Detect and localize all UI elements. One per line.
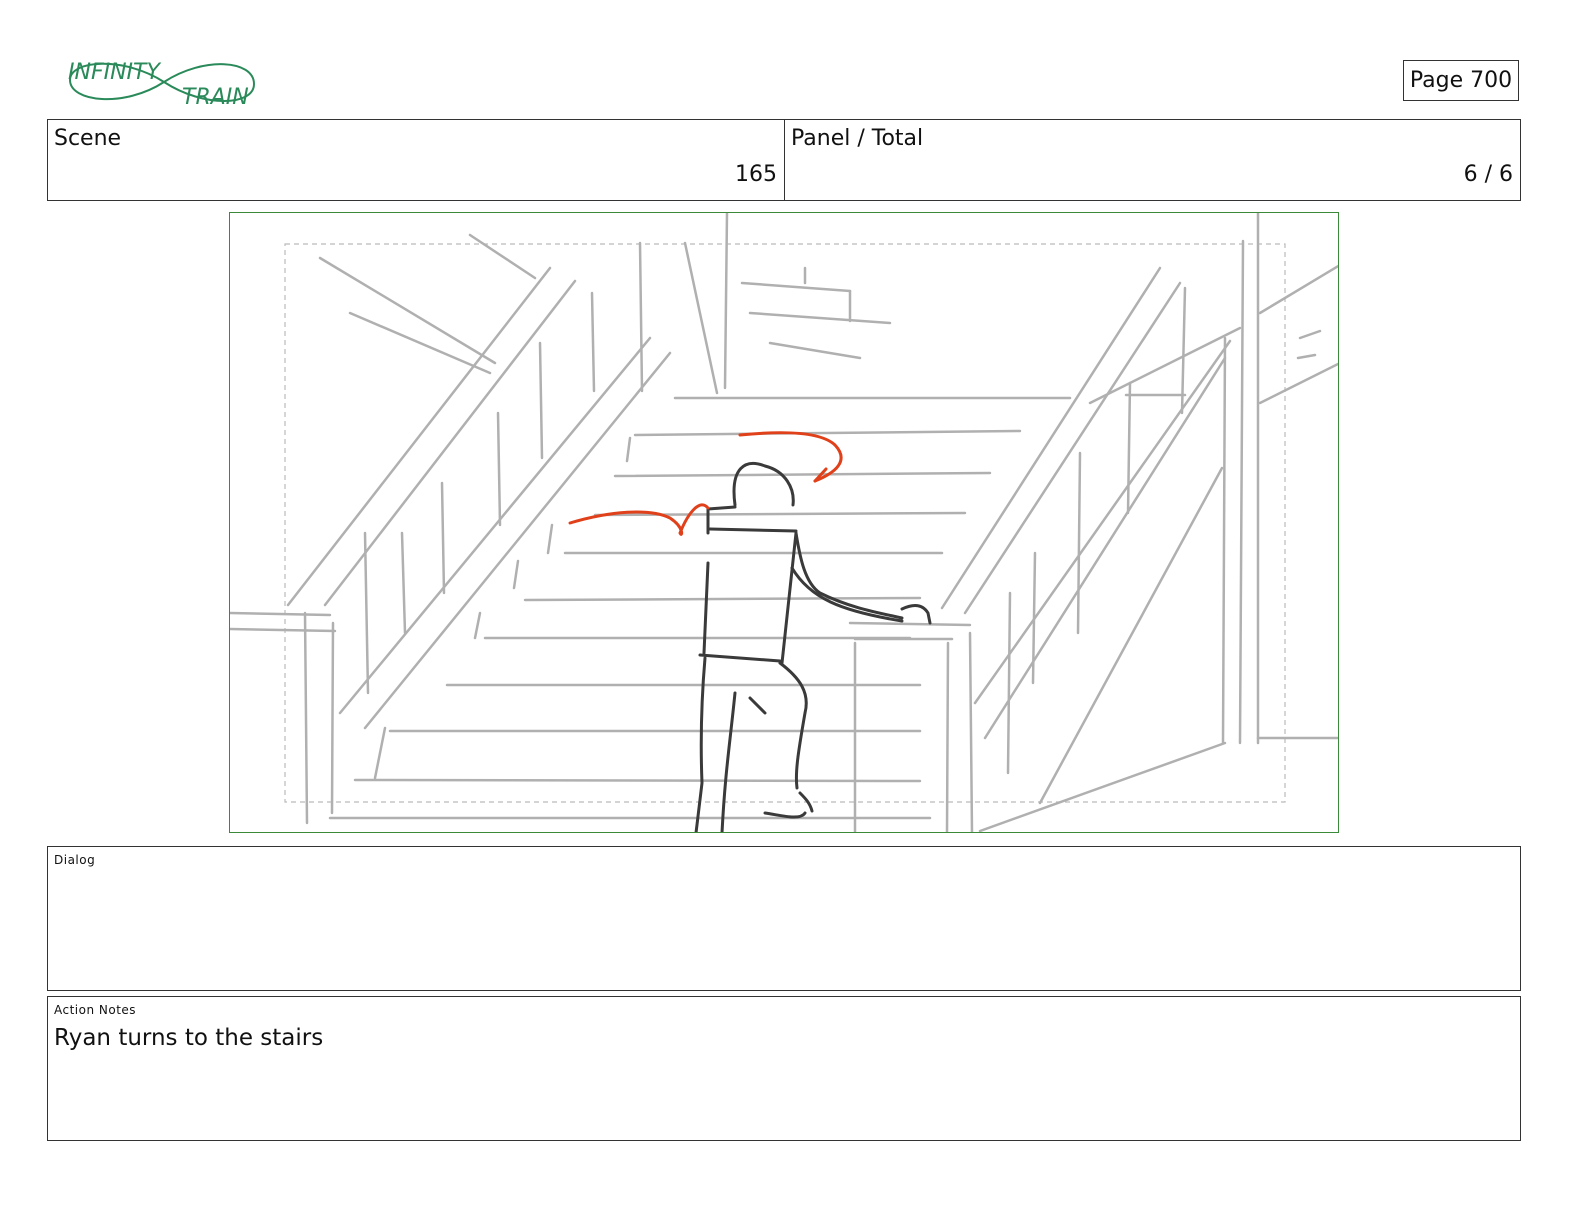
action-notes-text: Ryan turns to the stairs bbox=[54, 1025, 324, 1051]
scene-cell: Scene 165 bbox=[48, 120, 785, 200]
action-notes-box: Action Notes Ryan turns to the stairs bbox=[47, 996, 1521, 1141]
background-sketch bbox=[230, 213, 1338, 832]
panel-header: Scene 165 Panel / Total 6 / 6 bbox=[47, 119, 1521, 201]
storyboard-sketch bbox=[230, 213, 1338, 832]
panel-cell: Panel / Total 6 / 6 bbox=[785, 120, 1520, 200]
action-notes-label: Action Notes bbox=[54, 1003, 137, 1017]
dialog-box: Dialog bbox=[47, 846, 1521, 991]
infinity-train-logo: INFINITY TRAIN bbox=[64, 52, 260, 114]
scene-label: Scene bbox=[54, 126, 122, 151]
logo-infinity-loop-icon: INFINITY TRAIN bbox=[68, 60, 256, 110]
logo-line2: TRAIN bbox=[182, 85, 249, 110]
scene-value: 165 bbox=[735, 162, 777, 187]
motion-arrows bbox=[568, 431, 843, 536]
character-ryan-sketch bbox=[694, 461, 932, 832]
page-number-box: Page 700 bbox=[1403, 60, 1519, 101]
dialog-label: Dialog bbox=[54, 853, 96, 867]
panel-label: Panel / Total bbox=[791, 126, 924, 151]
logo-line1: INFINITY bbox=[68, 60, 161, 85]
storyboard-frame bbox=[229, 212, 1339, 833]
panel-value: 6 / 6 bbox=[1463, 162, 1513, 187]
page-number: Page 700 bbox=[1409, 68, 1513, 93]
